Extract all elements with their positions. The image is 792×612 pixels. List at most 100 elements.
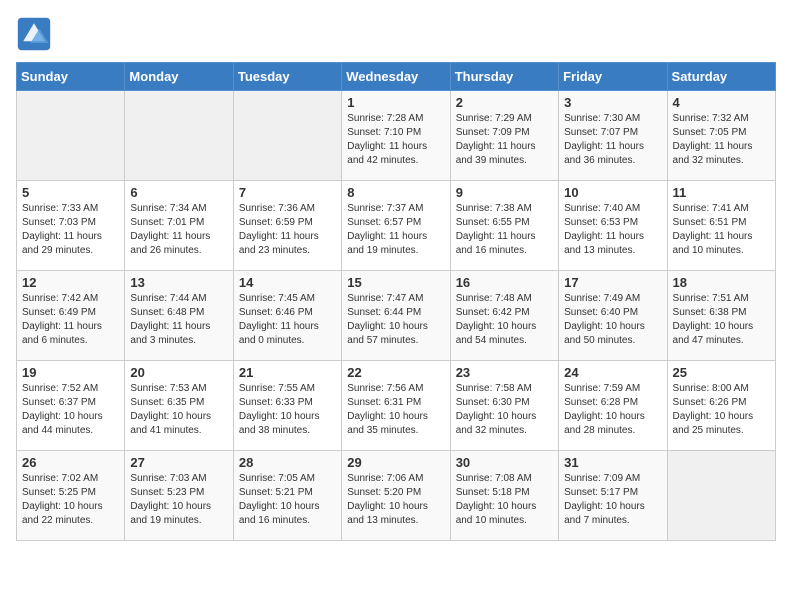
day-info: Sunrise: 7:52 AM Sunset: 6:37 PM Dayligh… — [22, 382, 119, 438]
day-number: 26 — [22, 455, 119, 470]
day-info: Sunrise: 7:55 AM Sunset: 6:33 PM Dayligh… — [239, 382, 336, 438]
day-info: Sunrise: 7:05 AM Sunset: 5:21 PM Dayligh… — [239, 472, 336, 528]
day-number: 27 — [130, 455, 227, 470]
day-info: Sunrise: 7:06 AM Sunset: 5:20 PM Dayligh… — [347, 472, 444, 528]
weekday-header: Thursday — [450, 63, 558, 91]
calendar-cell: 26 Sunrise: 7:02 AM Sunset: 5:25 PM Dayli… — [17, 451, 125, 541]
calendar-cell: 6 Sunrise: 7:34 AM Sunset: 7:01 PM Daylig… — [125, 181, 233, 271]
day-number: 12 — [22, 275, 119, 290]
calendar-cell: 9 Sunrise: 7:38 AM Sunset: 6:55 PM Daylig… — [450, 181, 558, 271]
calendar-cell: 13 Sunrise: 7:44 AM Sunset: 6:48 PM Dayli… — [125, 271, 233, 361]
day-info: Sunrise: 7:53 AM Sunset: 6:35 PM Dayligh… — [130, 382, 227, 438]
calendar-week-row: 12 Sunrise: 7:42 AM Sunset: 6:49 PM Dayli… — [17, 271, 776, 361]
day-info: Sunrise: 7:41 AM Sunset: 6:51 PM Dayligh… — [673, 202, 770, 258]
calendar-header-row: SundayMondayTuesdayWednesdayThursdayFrid… — [17, 63, 776, 91]
day-number: 1 — [347, 95, 444, 110]
day-info: Sunrise: 7:28 AM Sunset: 7:10 PM Dayligh… — [347, 112, 444, 168]
day-number: 15 — [347, 275, 444, 290]
day-number: 11 — [673, 185, 770, 200]
day-number: 24 — [564, 365, 661, 380]
weekday-header: Friday — [559, 63, 667, 91]
day-number: 7 — [239, 185, 336, 200]
logo — [16, 16, 56, 52]
day-number: 16 — [456, 275, 553, 290]
day-number: 29 — [347, 455, 444, 470]
day-info: Sunrise: 7:48 AM Sunset: 6:42 PM Dayligh… — [456, 292, 553, 348]
day-number: 19 — [22, 365, 119, 380]
day-info: Sunrise: 7:03 AM Sunset: 5:23 PM Dayligh… — [130, 472, 227, 528]
calendar-cell: 5 Sunrise: 7:33 AM Sunset: 7:03 PM Daylig… — [17, 181, 125, 271]
day-info: Sunrise: 7:36 AM Sunset: 6:59 PM Dayligh… — [239, 202, 336, 258]
day-info: Sunrise: 7:58 AM Sunset: 6:30 PM Dayligh… — [456, 382, 553, 438]
calendar-cell: 17 Sunrise: 7:49 AM Sunset: 6:40 PM Dayli… — [559, 271, 667, 361]
day-info: Sunrise: 7:56 AM Sunset: 6:31 PM Dayligh… — [347, 382, 444, 438]
day-info: Sunrise: 7:49 AM Sunset: 6:40 PM Dayligh… — [564, 292, 661, 348]
day-info: Sunrise: 7:44 AM Sunset: 6:48 PM Dayligh… — [130, 292, 227, 348]
weekday-header: Tuesday — [233, 63, 341, 91]
calendar-cell: 8Sunrise: 7:37 AM Sunset: 6:57 PM Daylig… — [342, 181, 450, 271]
day-number: 20 — [130, 365, 227, 380]
calendar-cell: 12 Sunrise: 7:42 AM Sunset: 6:49 PM Dayli… — [17, 271, 125, 361]
calendar-cell: 3Sunrise: 7:30 AM Sunset: 7:07 PM Daylig… — [559, 91, 667, 181]
day-info: Sunrise: 7:59 AM Sunset: 6:28 PM Dayligh… — [564, 382, 661, 438]
day-number: 2 — [456, 95, 553, 110]
day-number: 25 — [673, 365, 770, 380]
calendar-cell: 31 Sunrise: 7:09 AM Sunset: 5:17 PM Dayli… — [559, 451, 667, 541]
day-info: Sunrise: 7:47 AM Sunset: 6:44 PM Dayligh… — [347, 292, 444, 348]
day-number: 14 — [239, 275, 336, 290]
day-number: 6 — [130, 185, 227, 200]
calendar-cell: 14 Sunrise: 7:45 AM Sunset: 6:46 PM Dayli… — [233, 271, 341, 361]
calendar-cell — [17, 91, 125, 181]
calendar-cell: 19 Sunrise: 7:52 AM Sunset: 6:37 PM Dayli… — [17, 361, 125, 451]
calendar-week-row: 5 Sunrise: 7:33 AM Sunset: 7:03 PM Daylig… — [17, 181, 776, 271]
calendar-cell — [125, 91, 233, 181]
day-info: Sunrise: 7:38 AM Sunset: 6:55 PM Dayligh… — [456, 202, 553, 258]
calendar-table: SundayMondayTuesdayWednesdayThursdayFrid… — [16, 62, 776, 541]
calendar-week-row: 26 Sunrise: 7:02 AM Sunset: 5:25 PM Dayli… — [17, 451, 776, 541]
day-info: Sunrise: 8:00 AM Sunset: 6:26 PM Dayligh… — [673, 382, 770, 438]
calendar-cell: 23 Sunrise: 7:58 AM Sunset: 6:30 PM Dayli… — [450, 361, 558, 451]
day-number: 5 — [22, 185, 119, 200]
day-number: 22 — [347, 365, 444, 380]
day-info: Sunrise: 7:33 AM Sunset: 7:03 PM Dayligh… — [22, 202, 119, 258]
day-number: 23 — [456, 365, 553, 380]
calendar-cell: 10 Sunrise: 7:40 AM Sunset: 6:53 PM Dayli… — [559, 181, 667, 271]
calendar-cell — [233, 91, 341, 181]
calendar-cell: 7 Sunrise: 7:36 AM Sunset: 6:59 PM Daylig… — [233, 181, 341, 271]
day-number: 10 — [564, 185, 661, 200]
day-info: Sunrise: 7:09 AM Sunset: 5:17 PM Dayligh… — [564, 472, 661, 528]
day-number: 9 — [456, 185, 553, 200]
weekday-header: Wednesday — [342, 63, 450, 91]
day-info: Sunrise: 7:42 AM Sunset: 6:49 PM Dayligh… — [22, 292, 119, 348]
calendar-cell — [667, 451, 775, 541]
day-number: 31 — [564, 455, 661, 470]
day-number: 17 — [564, 275, 661, 290]
logo-icon — [16, 16, 52, 52]
day-info: Sunrise: 7:51 AM Sunset: 6:38 PM Dayligh… — [673, 292, 770, 348]
calendar-cell: 4Sunrise: 7:32 AM Sunset: 7:05 PM Daylig… — [667, 91, 775, 181]
weekday-header: Saturday — [667, 63, 775, 91]
day-info: Sunrise: 7:45 AM Sunset: 6:46 PM Dayligh… — [239, 292, 336, 348]
weekday-header: Monday — [125, 63, 233, 91]
day-number: 21 — [239, 365, 336, 380]
calendar-week-row: 19 Sunrise: 7:52 AM Sunset: 6:37 PM Dayli… — [17, 361, 776, 451]
calendar-cell: 15 Sunrise: 7:47 AM Sunset: 6:44 PM Dayli… — [342, 271, 450, 361]
calendar-week-row: 1 Sunrise: 7:28 AM Sunset: 7:10 PM Daylig… — [17, 91, 776, 181]
day-info: Sunrise: 7:29 AM Sunset: 7:09 PM Dayligh… — [456, 112, 553, 168]
day-info: Sunrise: 7:02 AM Sunset: 5:25 PM Dayligh… — [22, 472, 119, 528]
calendar-cell: 16 Sunrise: 7:48 AM Sunset: 6:42 PM Dayli… — [450, 271, 558, 361]
day-number: 28 — [239, 455, 336, 470]
day-info: Sunrise: 7:34 AM Sunset: 7:01 PM Dayligh… — [130, 202, 227, 258]
day-info: Sunrise: 7:08 AM Sunset: 5:18 PM Dayligh… — [456, 472, 553, 528]
calendar-cell: 28 Sunrise: 7:05 AM Sunset: 5:21 PM Dayli… — [233, 451, 341, 541]
calendar-cell: 21 Sunrise: 7:55 AM Sunset: 6:33 PM Dayli… — [233, 361, 341, 451]
calendar-cell: 22 Sunrise: 7:56 AM Sunset: 6:31 PM Dayli… — [342, 361, 450, 451]
day-info: Sunrise: 7:40 AM Sunset: 6:53 PM Dayligh… — [564, 202, 661, 258]
calendar-cell: 29 Sunrise: 7:06 AM Sunset: 5:20 PM Dayli… — [342, 451, 450, 541]
calendar-cell: 11 Sunrise: 7:41 AM Sunset: 6:51 PM Dayli… — [667, 181, 775, 271]
calendar-cell: 2 Sunrise: 7:29 AM Sunset: 7:09 PM Daylig… — [450, 91, 558, 181]
day-number: 13 — [130, 275, 227, 290]
calendar-cell: 18Sunrise: 7:51 AM Sunset: 6:38 PM Dayli… — [667, 271, 775, 361]
day-number: 3 — [564, 95, 661, 110]
day-info: Sunrise: 7:32 AM Sunset: 7:05 PM Dayligh… — [673, 112, 770, 168]
